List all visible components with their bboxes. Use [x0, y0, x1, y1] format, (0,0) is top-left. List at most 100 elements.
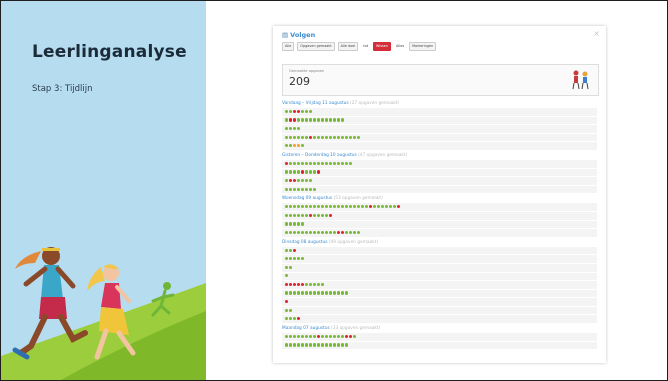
correct-answer-dot[interactable] [288, 308, 293, 312]
correct-answer-dot[interactable] [324, 343, 329, 347]
lesson-row[interactable] [282, 289, 597, 298]
lesson-row[interactable] [282, 142, 597, 150]
correct-answer-dot[interactable] [300, 135, 305, 139]
correct-answer-dot[interactable] [304, 187, 309, 191]
correct-answer-dot[interactable] [285, 109, 289, 113]
correct-answer-dot[interactable] [300, 291, 305, 295]
correct-answer-dot[interactable] [312, 334, 317, 339]
correct-answer-dot[interactable] [320, 230, 325, 235]
correct-answer-dot[interactable] [296, 213, 301, 217]
wrong-answer-dot[interactable] [292, 178, 297, 183]
correct-answer-dot[interactable] [300, 205, 305, 209]
correct-answer-dot[interactable] [300, 230, 305, 235]
correct-answer-dot[interactable] [285, 205, 289, 209]
correct-answer-dot[interactable] [304, 170, 309, 174]
correct-answer-dot[interactable] [296, 205, 301, 209]
correct-answer-dot[interactable] [336, 291, 340, 295]
correct-answer-dot[interactable] [288, 213, 293, 217]
correct-answer-dot[interactable] [285, 343, 289, 347]
correct-answer-dot[interactable] [285, 213, 289, 217]
correct-answer-dot[interactable] [300, 144, 305, 148]
correct-answer-dot[interactable] [308, 291, 313, 295]
lesson-row[interactable] [282, 298, 597, 306]
correct-answer-dot[interactable] [296, 230, 301, 235]
correct-answer-dot[interactable] [328, 343, 333, 347]
lesson-row[interactable] [282, 211, 597, 220]
filter-type-select[interactable]: Opgaven gemaakt [297, 41, 335, 51]
correct-answer-dot[interactable] [300, 161, 305, 165]
correct-answer-dot[interactable] [285, 308, 289, 312]
correct-answer-dot[interactable] [320, 161, 325, 165]
wrong-answer-dot[interactable] [288, 118, 293, 122]
wrong-answer-dot[interactable] [285, 300, 289, 304]
correct-answer-dot[interactable] [324, 135, 329, 139]
filter-goal-select[interactable]: Alle doel [337, 41, 359, 51]
correct-answer-dot[interactable] [285, 144, 289, 148]
correct-answer-dot[interactable] [332, 118, 336, 122]
lesson-row[interactable] [282, 133, 597, 142]
lesson-row[interactable] [282, 333, 597, 341]
correct-answer-dot[interactable] [320, 343, 325, 347]
correct-answer-dot[interactable] [344, 230, 348, 235]
correct-answer-dot[interactable] [312, 213, 317, 217]
wrong-answer-dot[interactable] [328, 213, 333, 217]
correct-answer-dot[interactable] [304, 213, 309, 217]
wrong-answer-dot[interactable] [288, 178, 293, 183]
correct-answer-dot[interactable] [328, 291, 333, 295]
correct-answer-dot[interactable] [292, 187, 297, 191]
correct-answer-dot[interactable] [324, 161, 329, 165]
correct-answer-dot[interactable] [312, 205, 317, 209]
correct-answer-dot[interactable] [332, 334, 336, 339]
lesson-row[interactable] [282, 263, 597, 272]
correct-answer-dot[interactable] [292, 126, 297, 131]
correct-answer-dot[interactable] [356, 230, 360, 235]
correct-answer-dot[interactable] [304, 118, 309, 122]
lesson-row[interactable] [282, 306, 597, 315]
lesson-row[interactable] [282, 272, 597, 281]
correct-answer-dot[interactable] [312, 291, 317, 295]
correct-answer-dot[interactable] [356, 135, 360, 139]
correct-answer-dot[interactable] [316, 213, 321, 217]
correct-answer-dot[interactable] [384, 205, 388, 209]
correct-answer-dot[interactable] [285, 118, 289, 122]
correct-answer-dot[interactable] [336, 135, 340, 139]
wrong-answer-dot[interactable] [292, 109, 297, 113]
correct-answer-dot[interactable] [328, 230, 333, 235]
correct-answer-dot[interactable] [285, 187, 289, 191]
correct-answer-dot[interactable] [312, 118, 317, 122]
correct-answer-dot[interactable] [288, 343, 293, 347]
correct-answer-dot[interactable] [300, 343, 305, 347]
correct-answer-dot[interactable] [296, 222, 301, 226]
correct-answer-dot[interactable] [372, 205, 376, 209]
correct-answer-dot[interactable] [285, 248, 289, 252]
lesson-row[interactable] [282, 168, 597, 177]
correct-answer-dot[interactable] [344, 135, 348, 139]
correct-answer-dot[interactable] [308, 170, 313, 174]
correct-answer-dot[interactable] [340, 334, 344, 339]
correct-answer-dot[interactable] [316, 205, 321, 209]
correct-answer-dot[interactable] [352, 205, 356, 209]
correct-answer-dot[interactable] [292, 291, 297, 295]
correct-answer-dot[interactable] [332, 135, 336, 139]
correct-answer-dot[interactable] [304, 109, 309, 113]
correct-answer-dot[interactable] [312, 135, 317, 139]
correct-answer-dot[interactable] [288, 257, 293, 261]
lesson-row[interactable] [282, 116, 597, 125]
wrong-answer-dot[interactable] [368, 205, 372, 209]
correct-answer-dot[interactable] [324, 118, 329, 122]
clear-button[interactable]: Wissen [373, 41, 392, 51]
correct-answer-dot[interactable] [304, 291, 309, 295]
correct-answer-dot[interactable] [288, 205, 293, 209]
correct-answer-dot[interactable] [348, 230, 352, 235]
all-button[interactable]: Alles [394, 43, 406, 50]
correct-answer-dot[interactable] [300, 334, 305, 339]
correct-answer-dot[interactable] [308, 334, 313, 339]
correct-answer-dot[interactable] [360, 205, 364, 209]
correct-answer-dot[interactable] [285, 317, 289, 321]
correct-answer-dot[interactable] [316, 282, 321, 287]
wrong-answer-dot[interactable] [296, 317, 301, 321]
correct-answer-dot[interactable] [300, 118, 305, 122]
lesson-row[interactable] [282, 341, 597, 350]
correct-answer-dot[interactable] [388, 205, 392, 209]
correct-answer-dot[interactable] [296, 118, 301, 122]
